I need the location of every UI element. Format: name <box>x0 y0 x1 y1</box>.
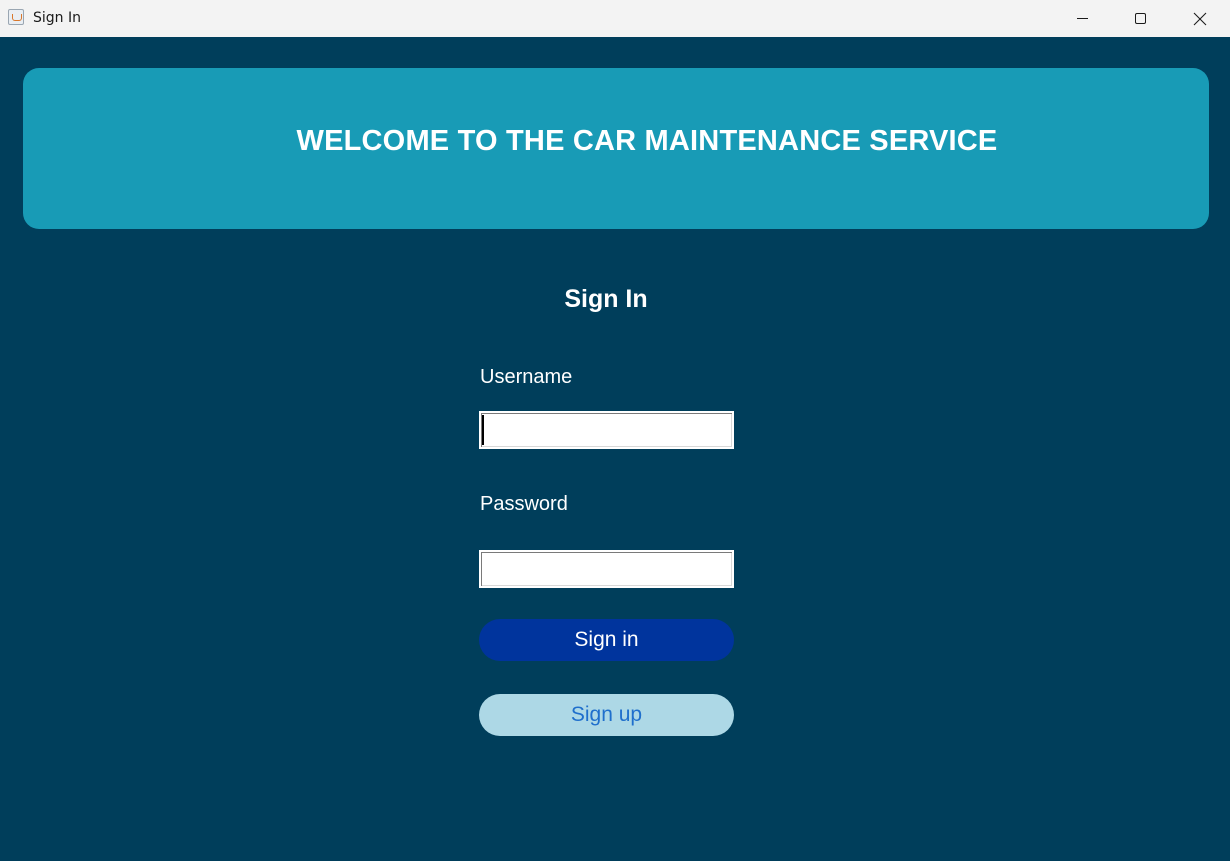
form-title: Sign In <box>564 285 648 313</box>
username-label: Username <box>480 366 573 388</box>
minimize-icon <box>1077 18 1088 19</box>
password-field[interactable] <box>479 550 734 588</box>
window-title: Sign In <box>33 10 81 26</box>
minimize-button[interactable] <box>1054 0 1112 37</box>
welcome-banner: WELCOME TO THE CAR MAINTENANCE SERVICE <box>23 68 1209 229</box>
sign-up-button[interactable]: Sign up <box>479 694 734 736</box>
maximize-button[interactable] <box>1112 0 1170 37</box>
username-field[interactable] <box>479 411 734 449</box>
maximize-icon <box>1135 13 1146 24</box>
password-label: Password <box>480 493 568 515</box>
banner-title: WELCOME TO THE CAR MAINTENANCE SERVICE <box>296 125 998 157</box>
title-bar[interactable]: Sign In <box>0 0 1230 37</box>
close-icon <box>1193 12 1207 26</box>
close-button[interactable] <box>1171 0 1229 37</box>
text-cursor <box>482 415 484 445</box>
sign-in-button[interactable]: Sign in <box>479 619 734 661</box>
java-app-icon <box>8 9 24 25</box>
app-window: Sign In WELCOME TO THE CAR MAINTENANCE S… <box>0 0 1230 861</box>
